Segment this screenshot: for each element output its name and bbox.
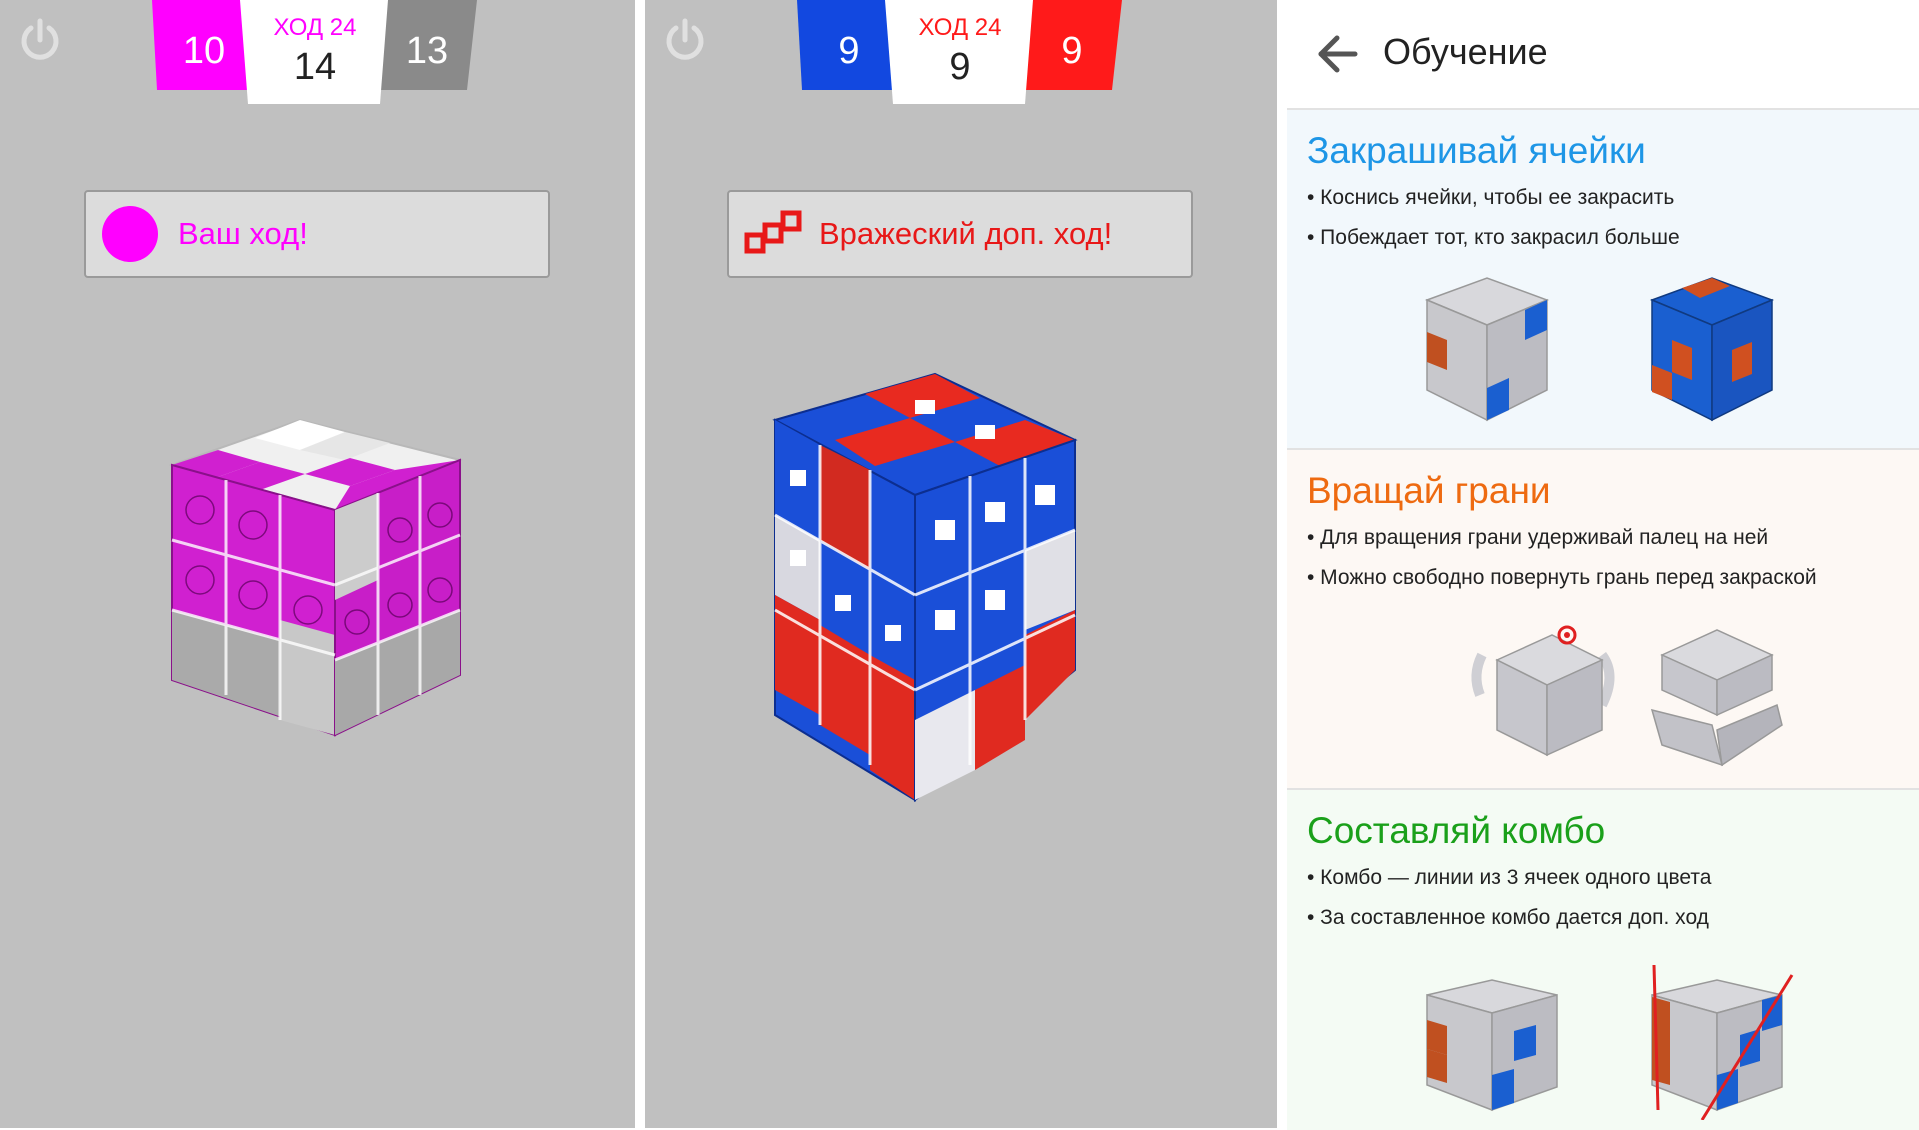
- power-icon[interactable]: [661, 16, 709, 64]
- opponent-score: 13: [405, 30, 449, 72]
- page-title: Обучение: [1383, 31, 1548, 72]
- score-bar: 10 13 ХОД 24 14: [152, 0, 482, 106]
- turn-label: ХОД 24: [273, 14, 357, 41]
- player-color-dot-icon: [102, 206, 158, 262]
- section-bullet: • Побеждает тот, кто закрасил больше: [1307, 226, 1680, 249]
- section-bullet: • Для вращения грани удерживай палец на …: [1307, 526, 1769, 549]
- app-bar: Обучение: [1287, 0, 1919, 106]
- game-cube[interactable]: [160, 410, 480, 740]
- cube-illustration-before: [1424, 277, 1550, 422]
- combo-illustration-after: [1651, 964, 1794, 1120]
- tutorial-section-rotate: Вращай грани • Для вращения грани удержи…: [1287, 448, 1919, 788]
- score-bar: 9 9 ХОД 24 9: [797, 0, 1127, 106]
- game-cube[interactable]: [745, 370, 1175, 810]
- power-icon[interactable]: [16, 16, 64, 64]
- player-score: 10: [182, 30, 226, 72]
- rotate-illustration-hold: [1471, 625, 1615, 757]
- arrow-left-icon[interactable]: [1313, 30, 1361, 78]
- player-score: 9: [838, 30, 860, 72]
- section-bullet: • Можно свободно повернуть грань перед з…: [1307, 566, 1817, 589]
- game-screen-player-turn: 10 13 ХОД 24 14 Ваш ход!: [0, 0, 635, 1128]
- section-heading: Вращай грани: [1307, 470, 1551, 511]
- section-bullet: • Комбо — линии из 3 ячеек одного цвета: [1307, 866, 1712, 889]
- section-bullet: • За составленное комбо дается доп. ход: [1307, 906, 1709, 929]
- status-text: Ваш ход!: [178, 216, 308, 251]
- status-banner: Вражеский доп. ход!: [727, 190, 1193, 278]
- section-heading: Закрашивай ячейки: [1307, 130, 1646, 171]
- turn-label: ХОД 24: [918, 14, 1002, 41]
- game-screen-enemy-turn: 9 9 ХОД 24 9 Вражеский доп. ход!: [645, 0, 1277, 1128]
- tutorial-section-combo: Составляй комбо • Комбо — линии из 3 яче…: [1287, 788, 1919, 1130]
- section-heading: Составляй комбо: [1307, 810, 1606, 851]
- status-banner: Ваш ход!: [84, 190, 550, 278]
- opponent-score: 9: [1061, 30, 1083, 72]
- turn-number: 9: [949, 46, 971, 88]
- tutorial-screen: Обучение Закрашивай ячейки • Коснись яче…: [1287, 0, 1919, 1130]
- section-bullet: • Коснись ячейки, чтобы ее закрасить: [1307, 186, 1675, 209]
- rotate-illustration-turned: [1650, 629, 1783, 767]
- status-text: Вражеский доп. ход!: [819, 216, 1113, 251]
- cube-illustration-after: [1649, 277, 1775, 422]
- tutorial-section-paint: Закрашивай ячейки • Коснись ячейки, чтоб…: [1287, 108, 1919, 448]
- turn-number: 14: [293, 46, 337, 88]
- extra-move-icon: [744, 210, 802, 254]
- combo-illustration-before: [1426, 979, 1558, 1112]
